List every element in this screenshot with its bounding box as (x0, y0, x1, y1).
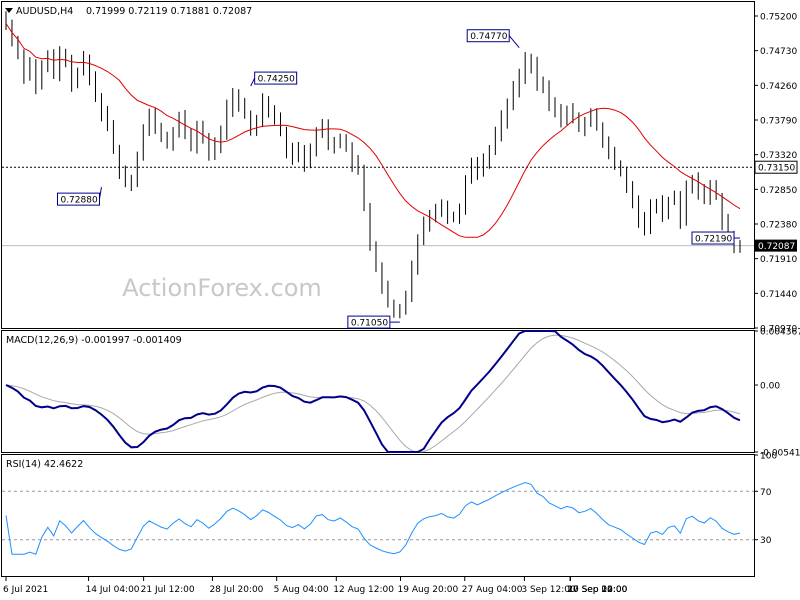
macd-panel[interactable] (1, 330, 755, 453)
rsi-title: RSI(14) 42.4622 (6, 459, 83, 470)
annotation-label: 0.71050 (351, 319, 388, 329)
time-tick-label: 27 Sep 12:00 (567, 585, 627, 595)
price-tick-label: 0.72850 (760, 186, 797, 196)
price-tick-label: 0.71440 (760, 290, 797, 300)
time-tick-label: 14 Jul 04:00 (86, 585, 140, 595)
annotation-label: 0.74770 (470, 32, 507, 42)
time-tick-label: 28 Jul 20:00 (209, 585, 263, 595)
rsi-tick-label: 30 (760, 536, 772, 546)
time-tick-label: 21 Jul 12:00 (141, 585, 195, 595)
price-tick-label: 0.74260 (760, 82, 797, 92)
price-tick-label: 0.72380 (760, 221, 797, 231)
current-price-label: 0.72087 (758, 242, 795, 252)
price-panel[interactable] (1, 1, 755, 329)
price-tick-label: 0.73790 (760, 117, 797, 127)
annotation-label: 0.74250 (258, 75, 295, 85)
chart: ActionForex.com AUDUSD,H4 0.71999 0.7211… (1, 1, 800, 595)
macd-tick-label: 0.00 (760, 382, 780, 392)
symbol-timeframe: AUDUSD,H4 (16, 6, 73, 17)
rsi-tick-label: 70 (760, 488, 772, 498)
level-price-label: 0.73150 (758, 164, 795, 174)
time-tick-label: 5 Aug 04:00 (274, 585, 329, 595)
time-tick-label: 19 Aug 20:00 (398, 585, 459, 595)
price-tick-label: 0.74730 (760, 47, 797, 57)
time-tick-label: 6 Jul 2021 (3, 585, 48, 595)
time-tick-label: 12 Aug 12:00 (333, 585, 394, 595)
time-tick-label: 27 Aug 04:00 (462, 585, 523, 595)
macd-tick-label: 0.004367 (760, 328, 800, 338)
price-tick-label: 0.75200 (760, 13, 797, 23)
annotation-label: 0.72880 (60, 196, 97, 206)
rsi-panel[interactable] (1, 454, 755, 577)
rsi-tick-label: 100 (760, 452, 777, 462)
macd-title: MACD(12,26,9) -0.001997 -0.001409 (6, 335, 182, 346)
annotation-label: 0.72190 (695, 235, 732, 245)
watermark: ActionForex.com (122, 274, 322, 302)
price-tick-label: 0.71910 (760, 255, 797, 265)
ohlc-values: 0.71999 0.72119 0.71881 0.72087 (86, 6, 252, 17)
price-tick-label: 0.73320 (760, 151, 797, 161)
